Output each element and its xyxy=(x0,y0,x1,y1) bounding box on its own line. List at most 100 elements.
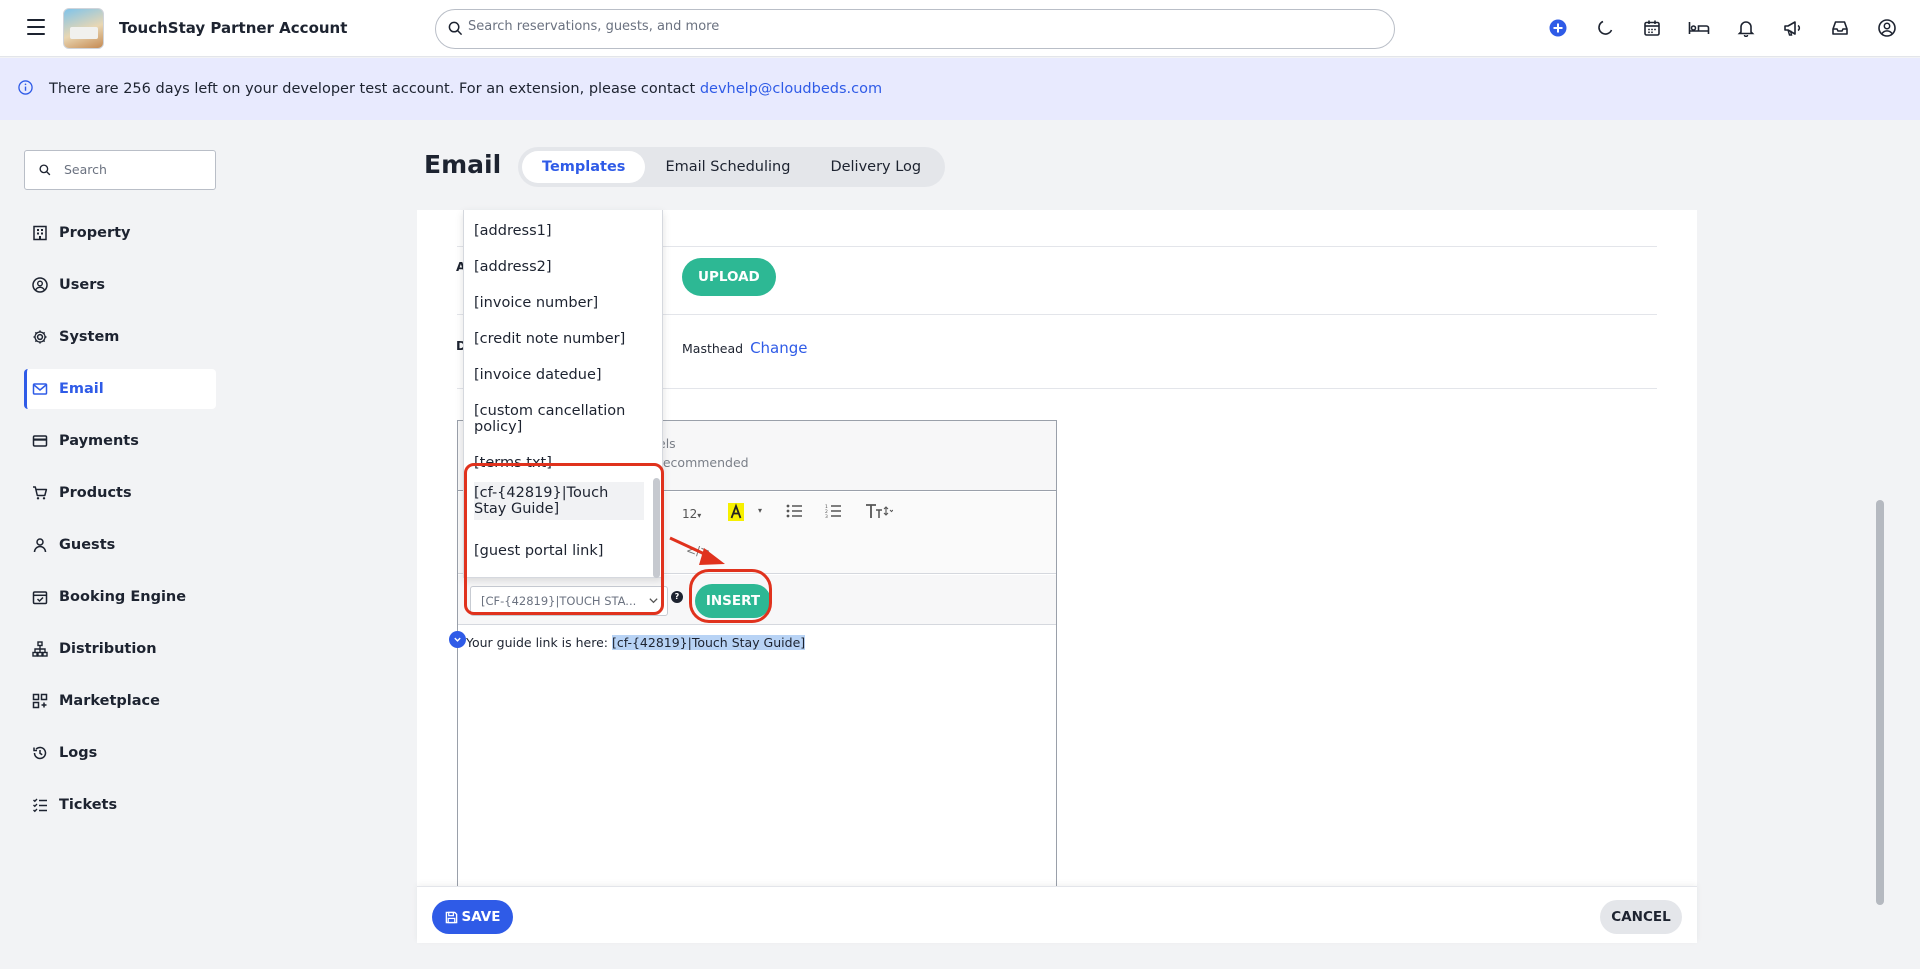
sidebar-search[interactable] xyxy=(24,150,216,190)
sidebar-item-tickets[interactable]: Tickets xyxy=(24,785,216,825)
help-icon[interactable]: ? xyxy=(671,591,683,603)
save-button[interactable]: SAVE xyxy=(432,900,513,934)
text-color-button[interactable] xyxy=(728,503,744,524)
network-icon xyxy=(31,640,49,658)
font-size-select[interactable]: 12▾ xyxy=(682,507,701,521)
sidebar-item-payments[interactable]: Payments xyxy=(24,421,216,461)
sidebar-item-label: Payments xyxy=(59,433,139,449)
history-icon xyxy=(31,744,49,762)
dropdown-option[interactable]: [custom cancellation policy] xyxy=(474,403,644,435)
search-icon xyxy=(448,21,463,36)
sidebar-item-label: Guests xyxy=(59,537,116,553)
gear-icon xyxy=(31,328,49,346)
font-size-value: 12 xyxy=(682,507,698,521)
tab-email-scheduling[interactable]: Email Scheduling xyxy=(645,151,810,183)
upload-button[interactable]: UPLOAD xyxy=(682,258,776,296)
sidebar-item-label: Products xyxy=(59,485,132,501)
dropdown-option[interactable]: [credit note number] xyxy=(474,331,644,347)
dropdown-option[interactable]: [address2] xyxy=(474,259,644,275)
save-disk-icon xyxy=(445,911,457,923)
banner-message: There are 256 days left on your develope… xyxy=(49,81,700,97)
svg-text:3: 3 xyxy=(825,514,828,518)
inserted-placeholder: [cf-{42819}|Touch Stay Guide] xyxy=(611,635,806,650)
global-search[interactable] xyxy=(435,9,1395,49)
sidebar-item-label: Distribution xyxy=(59,641,157,657)
dropdown-option[interactable]: [invoice datedue] xyxy=(474,367,644,383)
sidebar-item-booking-engine[interactable]: Booking Engine xyxy=(24,577,216,617)
sidebar-item-label: Users xyxy=(59,277,106,293)
tab-templates[interactable]: Templates xyxy=(522,151,646,183)
chevron-down-icon[interactable] xyxy=(449,631,466,648)
masthead-change-link[interactable]: Change xyxy=(750,339,807,357)
sidebar-item-distribution[interactable]: Distribution xyxy=(24,629,216,669)
calendar-icon[interactable] xyxy=(1641,17,1663,39)
sidebar-item-marketplace[interactable]: Marketplace xyxy=(24,681,216,721)
user-circle-icon xyxy=(31,276,49,294)
highlight-a-icon xyxy=(728,503,744,521)
tab-delivery-log[interactable]: Delivery Log xyxy=(810,151,941,183)
sidebar-item-property[interactable]: Property xyxy=(24,213,216,253)
account-icon[interactable] xyxy=(1876,17,1898,39)
megaphone-icon[interactable] xyxy=(1782,17,1804,39)
masthead-label: Masthead xyxy=(682,341,744,356)
sidebar-item-label: Booking Engine xyxy=(59,589,187,605)
footer-actions: SAVE CANCEL xyxy=(417,886,1697,943)
sidebar-item-label: Tickets xyxy=(59,797,118,813)
sidebar-nav: Property Users System Email Payments Pro… xyxy=(24,213,216,837)
sidebar-search-input[interactable] xyxy=(64,162,204,177)
inbox-icon[interactable] xyxy=(1829,17,1851,39)
hamburger-menu-icon[interactable] xyxy=(27,19,45,35)
sidebar-item-label: System xyxy=(59,329,120,345)
editor-body-text[interactable]: Your guide link is here: [cf-{42819}|Tou… xyxy=(466,635,806,650)
global-search-input[interactable] xyxy=(468,19,1368,34)
dropdown-option[interactable]: [invoice number] xyxy=(474,295,644,311)
cancel-button[interactable]: CANCEL xyxy=(1600,900,1682,934)
top-bar: TouchStay Partner Account xyxy=(0,0,1920,57)
search-icon xyxy=(39,164,51,176)
support-email-link[interactable]: devhelp@cloudbeds.com xyxy=(700,81,882,97)
dropdown-option[interactable]: [address1] xyxy=(474,223,644,239)
body-text-prefix: Your guide link is here: xyxy=(466,635,612,650)
add-circle-icon[interactable] xyxy=(1547,17,1569,39)
bell-icon[interactable] xyxy=(1735,17,1757,39)
annotation-highlight-insert xyxy=(689,569,772,623)
bed-icon[interactable] xyxy=(1688,17,1710,39)
grid-plus-icon xyxy=(31,692,49,710)
building-icon xyxy=(31,224,49,242)
cart-icon xyxy=(31,484,49,502)
sidebar-item-system[interactable]: System xyxy=(24,317,216,357)
sidebar-item-users[interactable]: Users xyxy=(24,265,216,305)
banner-text: There are 256 days left on your develope… xyxy=(49,81,882,97)
checklist-icon xyxy=(31,796,49,814)
email-tabs: Templates Email Scheduling Delivery Log xyxy=(518,147,946,187)
page-scrollbar-thumb[interactable] xyxy=(1876,500,1884,905)
calendar-check-icon xyxy=(31,588,49,606)
sidebar-item-email[interactable]: Email xyxy=(24,369,216,409)
mail-icon xyxy=(31,380,49,398)
person-icon xyxy=(31,536,49,554)
property-logo[interactable] xyxy=(63,8,104,49)
annotation-arrow-icon xyxy=(669,536,725,565)
credit-card-icon xyxy=(31,432,49,450)
sidebar-item-logs[interactable]: Logs xyxy=(24,733,216,773)
sidebar-item-label: Email xyxy=(59,381,104,397)
caret-down-icon: ▾ xyxy=(697,511,702,520)
numbered-list-icon[interactable]: 123 xyxy=(825,504,842,521)
sidebar-item-products[interactable]: Products xyxy=(24,473,216,513)
page-title: Email xyxy=(424,150,502,179)
caret-down-icon[interactable]: ▾ xyxy=(758,506,762,515)
developer-account-banner: There are 256 days left on your develope… xyxy=(0,58,1920,120)
sidebar-item-label: Marketplace xyxy=(59,693,160,709)
text-size-icon[interactable] xyxy=(865,503,894,522)
annotation-highlight-dropdown xyxy=(464,463,664,615)
app-title: TouchStay Partner Account xyxy=(119,19,348,37)
top-icons xyxy=(1547,17,1898,39)
sidebar-item-label: Property xyxy=(59,225,131,241)
masthead-setting: Masthead Change xyxy=(682,339,808,357)
info-icon xyxy=(18,80,33,95)
sidebar-item-guests[interactable]: Guests xyxy=(24,525,216,565)
sidebar-item-label: Logs xyxy=(59,745,98,761)
bullet-list-icon[interactable] xyxy=(786,504,803,521)
moon-icon[interactable] xyxy=(1594,17,1616,39)
editor-hint-line-2: recommended xyxy=(658,455,749,470)
